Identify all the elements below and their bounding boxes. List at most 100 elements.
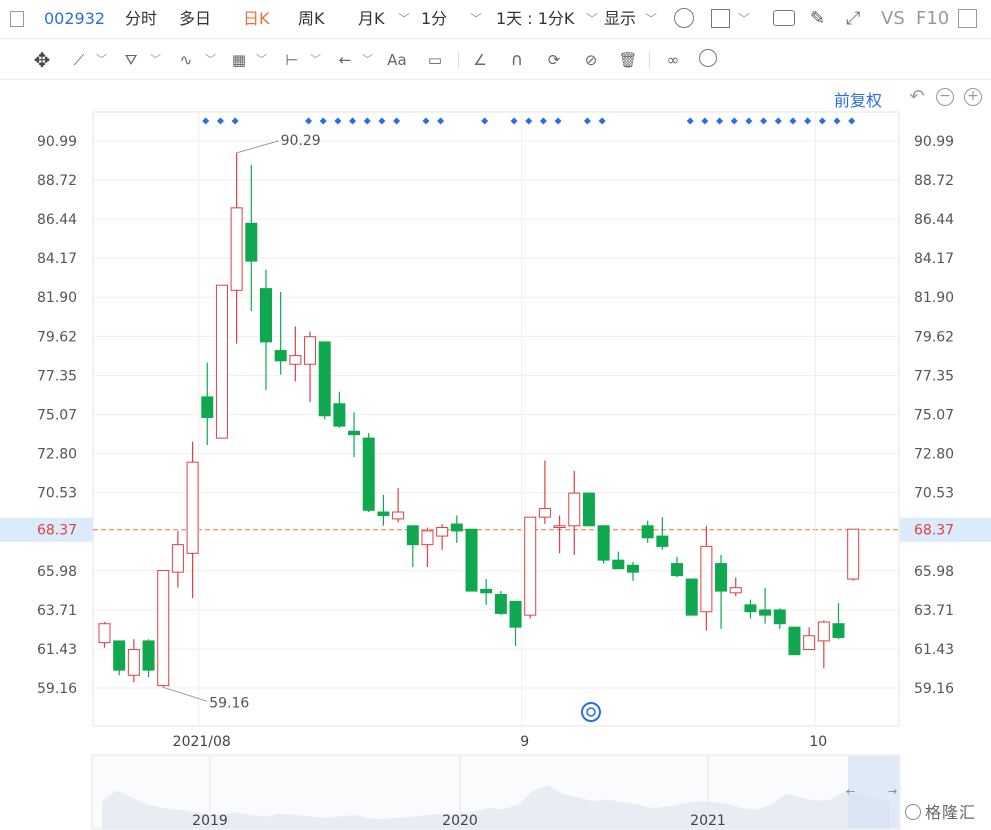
- navigator-left-handle-icon[interactable]: ←: [846, 785, 855, 798]
- low-annotation-label: 59.16: [209, 695, 249, 711]
- candle-up: [847, 528, 860, 580]
- y-tick-label-left: 70.53: [37, 486, 77, 502]
- top-toolbar: 002932 分时 多日 日K 周K 月K ﹀ 1分 ﹀ 1天 : 1分K ﹀ …: [0, 0, 991, 38]
- candle-up: [392, 511, 405, 520]
- candle-down: [348, 430, 361, 436]
- y-tick-label-right: 72.80: [914, 447, 954, 463]
- event-marker: [774, 117, 782, 125]
- tab-intraday[interactable]: 分时: [125, 9, 157, 29]
- chevron-down-icon[interactable]: ﹀: [256, 51, 267, 67]
- overlay-icon[interactable]: ∞: [662, 49, 684, 71]
- candle-down: [465, 528, 478, 592]
- event-marker: [554, 117, 562, 125]
- panel-toggle-icon[interactable]: [958, 9, 977, 28]
- hide-icon[interactable]: ⊘: [580, 49, 602, 71]
- candle-down: [245, 222, 258, 262]
- event-marker: [745, 117, 753, 125]
- candle-up: [186, 461, 199, 554]
- event-marker: [760, 117, 768, 125]
- tab-monthly-k[interactable]: 月K: [358, 9, 385, 29]
- chevron-down-icon[interactable]: ﹀: [738, 9, 750, 29]
- range-selector[interactable]: 1天 : 1分K: [496, 9, 574, 29]
- line-tool-icon[interactable]: ⟋: [68, 49, 90, 71]
- settings-gear-icon[interactable]: [699, 49, 717, 67]
- candle-down: [450, 523, 463, 532]
- drawing-toolbar: ✥ ⟋ ﹀ ⛛ ﹀ ∿ ﹀ ▦ ﹀ ⊢ ﹀ ← ﹀ Aa ▭ ∠ ∩ ⟳ ⊘ 🗑…: [0, 38, 991, 80]
- measure-tool-icon[interactable]: ⊢: [281, 49, 303, 71]
- y-tick-label-left: 61.43: [37, 642, 77, 658]
- candle-up: [215, 284, 228, 439]
- event-marker: [510, 117, 518, 125]
- candle-down: [715, 563, 728, 592]
- chevron-down-icon[interactable]: ﹀: [645, 9, 657, 29]
- y-tick-label-right: 79.62: [914, 329, 954, 345]
- axes: 90.99 90.99 88.72 88.72 86.44 86.44 84.17 84.17…: [37, 134, 954, 750]
- fullscreen-icon[interactable]: ⤢: [846, 9, 860, 29]
- y-tick-label-right: 75.07: [914, 408, 954, 424]
- candle-up: [553, 525, 566, 528]
- event-marker: [701, 117, 709, 125]
- toolbar-divider: [649, 51, 650, 69]
- trash-icon[interactable]: 🗑: [617, 49, 639, 71]
- text-tool-icon[interactable]: Aa: [386, 49, 408, 71]
- chevron-down-icon[interactable]: ﹀: [586, 9, 598, 29]
- pencil-icon[interactable]: ✎: [810, 9, 825, 29]
- event-marker: [539, 117, 547, 125]
- arrow-tool-icon[interactable]: ←: [334, 49, 356, 71]
- reset-view-icon-inner: [586, 707, 596, 717]
- settings-gear-icon[interactable]: [674, 8, 694, 28]
- polyline-tool-icon[interactable]: ⛛: [120, 49, 142, 71]
- tab-weekly-k[interactable]: 周K: [298, 9, 325, 29]
- candle-down: [480, 588, 493, 594]
- reset-view-icon: [581, 702, 601, 722]
- candle-down: [656, 535, 669, 547]
- display-menu[interactable]: 显示: [604, 9, 636, 29]
- tab-1min[interactable]: 1分: [421, 9, 447, 29]
- candle-up: [700, 545, 713, 613]
- chevron-down-icon[interactable]: ﹀: [398, 9, 410, 29]
- camera-icon[interactable]: [773, 10, 795, 26]
- candle-down: [759, 609, 772, 616]
- y-tick-label-right: 90.99: [914, 134, 954, 150]
- f10-button[interactable]: F10: [916, 9, 949, 29]
- candle-down: [201, 396, 214, 419]
- y-tick-label-left: 84.17: [37, 251, 77, 267]
- sync-icon[interactable]: ⟳: [543, 49, 565, 71]
- candle-up: [803, 635, 816, 651]
- angle-tool-icon[interactable]: ∠: [469, 49, 491, 71]
- candlestick-chart[interactable]: 90.99 90.99 88.72 88.72 86.44 86.44 84.17 84.17…: [0, 80, 991, 830]
- tab-daily-k[interactable]: 日K: [243, 9, 270, 29]
- chevron-down-icon[interactable]: ﹀: [362, 51, 373, 67]
- candle-down: [259, 288, 272, 343]
- compare-button[interactable]: VS: [881, 9, 905, 29]
- chevron-down-icon[interactable]: ﹀: [150, 51, 161, 67]
- y-tick-label-left: 77.35: [37, 368, 77, 384]
- navigator-right-handle-icon[interactable]: →: [888, 785, 897, 798]
- event-marker: [848, 117, 856, 125]
- stock-code: 002932: [44, 9, 106, 28]
- y-tick-label-left: 72.80: [37, 447, 77, 463]
- event-markers: [202, 117, 856, 125]
- chevron-down-icon[interactable]: ﹀: [470, 9, 482, 29]
- candle-down: [509, 600, 522, 628]
- candle-down: [597, 525, 610, 561]
- fibonacci-tool-icon[interactable]: ▦: [228, 49, 250, 71]
- range-navigator[interactable]: 2019 2020 2021 ← →: [91, 754, 901, 830]
- candle-down: [318, 341, 331, 417]
- magnet-icon[interactable]: ∩: [506, 49, 528, 71]
- candle-down: [773, 609, 786, 625]
- chevron-down-icon[interactable]: ﹀: [310, 51, 321, 67]
- tab-multi-day[interactable]: 多日: [179, 9, 211, 29]
- chevron-down-icon[interactable]: ﹀: [96, 51, 107, 67]
- move-icon[interactable]: ✥: [31, 49, 53, 71]
- sidebar-toggle-icon[interactable]: [10, 11, 24, 27]
- event-marker: [334, 117, 342, 125]
- wave-tool-icon[interactable]: ∿: [175, 49, 197, 71]
- y-tick-label-left: 79.62: [37, 329, 77, 345]
- chevron-down-icon[interactable]: ﹀: [205, 51, 216, 67]
- square-icon[interactable]: [711, 9, 730, 28]
- candle-down: [832, 623, 845, 638]
- event-marker: [833, 117, 841, 125]
- candle-up: [436, 526, 449, 537]
- comment-tool-icon[interactable]: ▭: [424, 49, 446, 71]
